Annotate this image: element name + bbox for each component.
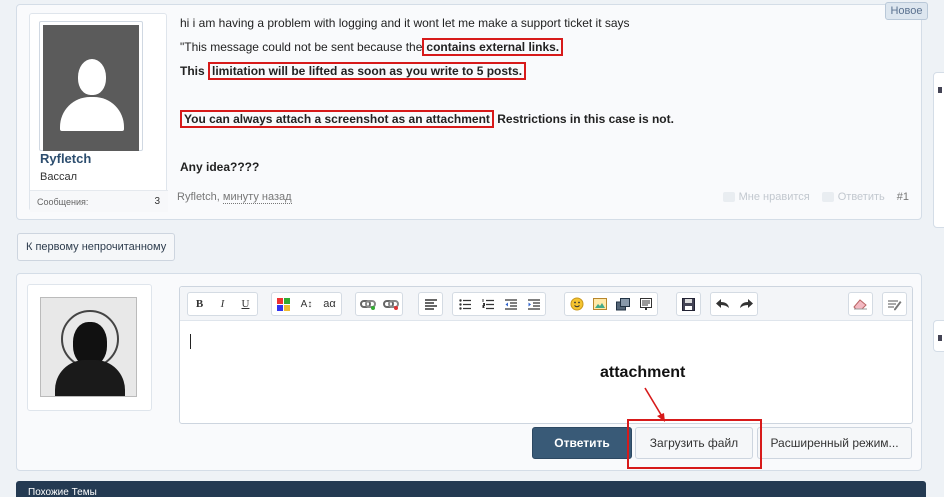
like-button[interactable]: Мне нравится xyxy=(722,191,810,203)
outdent-icon[interactable] xyxy=(499,293,522,315)
new-badge: Новое xyxy=(885,2,928,20)
message-editor: B I U A↕ aα xyxy=(179,286,913,424)
message-text: This xyxy=(180,64,205,78)
collapse-icon[interactable] xyxy=(938,87,942,93)
editor-toolbar: B I U A↕ aα xyxy=(180,287,912,321)
user-card: Ryfletch Вассал Сообщения: 3 xyxy=(29,13,168,212)
indent-icon[interactable] xyxy=(522,293,545,315)
save-draft-icon[interactable] xyxy=(677,293,700,315)
thumbs-up-icon xyxy=(722,192,735,202)
toolbar-group-clear xyxy=(848,292,873,316)
underline-icon[interactable]: U xyxy=(234,293,257,315)
message-post: Ryfletch Вассал Сообщения: 3 hi i am hav… xyxy=(16,4,922,220)
collapse-icon[interactable] xyxy=(938,335,942,341)
message-line: This limitation will be lifted as soon a… xyxy=(180,59,740,83)
redo-icon[interactable] xyxy=(734,293,757,315)
eraser-icon[interactable] xyxy=(849,293,872,315)
toolbar-group-history xyxy=(710,292,758,316)
message-text: Restrictions in this case is not. xyxy=(497,112,674,126)
message-line: Any idea???? xyxy=(180,160,260,174)
advanced-mode-button[interactable]: Расширенный режим... xyxy=(757,427,912,459)
message-body: hi i am having a problem with logging an… xyxy=(180,11,740,179)
italic-icon[interactable]: I xyxy=(211,293,234,315)
post-time[interactable]: минуту назад xyxy=(222,191,292,204)
code-icon[interactable] xyxy=(634,293,657,315)
align-icon[interactable] xyxy=(419,293,442,315)
toolbar-group-source xyxy=(882,292,907,316)
message-line: "This message could not be sent because … xyxy=(180,35,740,59)
user-stats: Сообщения: 3 xyxy=(30,190,168,212)
toolbar-group-insert xyxy=(564,292,658,316)
first-unread-button[interactable]: К первому непрочитанному xyxy=(17,233,176,261)
reply-link[interactable]: Ответить xyxy=(821,191,885,203)
font-family-icon[interactable]: aα xyxy=(318,293,341,315)
post-author-link[interactable]: Ryfletch xyxy=(177,191,217,203)
post-number[interactable]: #1 xyxy=(897,191,909,203)
similar-threads-header: Похожие Темы xyxy=(16,481,926,497)
unlink-icon[interactable] xyxy=(379,293,402,315)
messages-count[interactable]: 3 xyxy=(154,196,160,207)
smilies-icon[interactable] xyxy=(565,293,588,315)
annotation-label: attachment xyxy=(600,364,686,381)
bold-icon[interactable]: B xyxy=(188,293,211,315)
media-icon[interactable] xyxy=(611,293,634,315)
avatar-image xyxy=(40,297,137,397)
messages-label: Сообщения: xyxy=(37,197,89,207)
like-label: Мне нравится xyxy=(738,191,810,203)
sidebar-panel xyxy=(933,72,944,228)
current-user-avatar[interactable] xyxy=(27,284,152,411)
speech-bubble-icon xyxy=(821,192,834,202)
bullet-list-icon[interactable] xyxy=(453,293,476,315)
username-link[interactable]: Ryfletch xyxy=(40,151,91,166)
toolbar-group-format: B I U xyxy=(187,292,258,316)
text-color-icon[interactable] xyxy=(272,293,295,315)
default-avatar-icon xyxy=(43,25,139,151)
toolbar-group-font: A↕ aα xyxy=(271,292,342,316)
text-cursor[interactable] xyxy=(190,334,191,349)
toggle-source-icon[interactable] xyxy=(883,293,906,315)
highlighted-text: You can always attach a screenshot as an… xyxy=(180,110,494,128)
message-line: You can always attach a screenshot as an… xyxy=(180,107,740,131)
reply-button[interactable]: Ответить xyxy=(532,427,632,459)
post-meta: Ryfletch, минуту назад xyxy=(177,191,292,204)
message-text: "This message could not be sent because … xyxy=(180,40,423,54)
toolbar-group-link xyxy=(355,292,403,316)
toolbar-group-list xyxy=(452,292,546,316)
link-icon[interactable] xyxy=(356,293,379,315)
font-size-icon[interactable]: A↕ xyxy=(295,293,318,315)
image-icon[interactable] xyxy=(588,293,611,315)
numbered-list-icon[interactable] xyxy=(476,293,499,315)
undo-icon[interactable] xyxy=(711,293,734,315)
annotation-highlight-box xyxy=(627,419,762,469)
highlighted-text: contains external links. xyxy=(422,38,564,56)
toolbar-group-align xyxy=(418,292,443,316)
sidebar-panel xyxy=(933,320,944,352)
avatar[interactable] xyxy=(39,21,143,151)
user-title: Вассал xyxy=(40,171,77,183)
message-line: hi i am having a problem with logging an… xyxy=(180,16,630,30)
post-actions: Мне нравится Ответить #1 xyxy=(722,191,909,203)
reply-link-label: Ответить xyxy=(837,191,885,203)
toolbar-group-save xyxy=(676,292,701,316)
highlighted-text: limitation will be lifted as soon as you… xyxy=(208,62,527,80)
